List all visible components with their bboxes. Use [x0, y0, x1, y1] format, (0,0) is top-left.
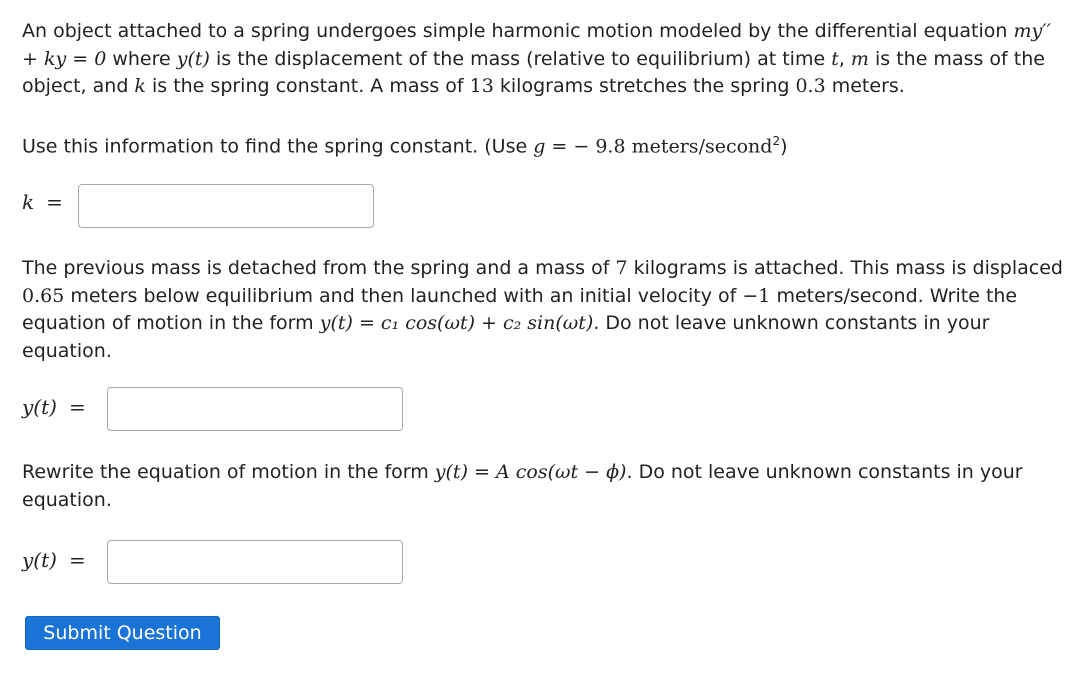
problem-intro: An object attached to a spring undergoes… [22, 20, 1051, 97]
part3-prompt: Rewrite the equation of motion in the fo… [22, 461, 1023, 511]
y1-label: y(t) = [22, 395, 86, 419]
submit-question-button[interactable]: Submit Question [25, 616, 220, 650]
equation-of-motion-input[interactable] [107, 387, 403, 431]
part1-prompt: Use this information to find the spring … [22, 134, 788, 158]
part2-prompt: The previous mass is detached from the s… [22, 257, 1063, 362]
y2-label: y(t) = [22, 548, 86, 572]
spring-constant-input[interactable] [78, 184, 374, 228]
k-label: k = [22, 190, 63, 214]
amplitude-phase-input[interactable] [107, 540, 403, 584]
